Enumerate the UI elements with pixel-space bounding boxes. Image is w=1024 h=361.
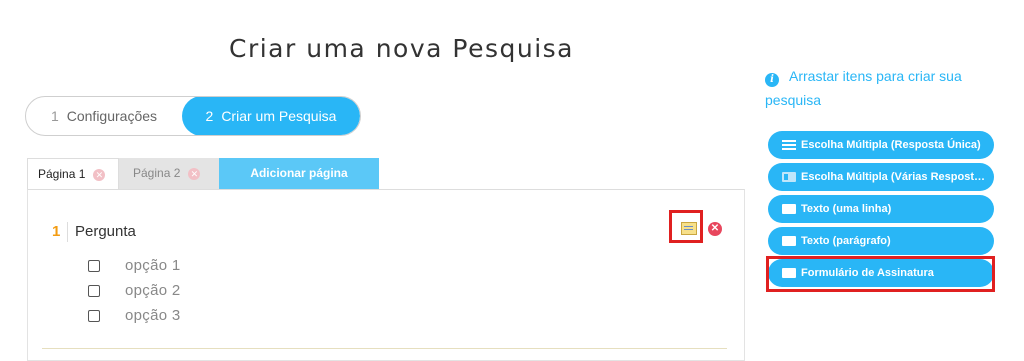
wizard-steps: 1 Configurações 2 Criar um Pesquisa [25,96,361,136]
option-label[interactable]: opção 1 [125,257,180,274]
step-label: Configurações [66,108,158,124]
item-multiple-choice-single[interactable]: Escolha Múltipla (Resposta Única) [768,131,994,159]
item-label: Escolha Múltipla (Resposta Única) [801,139,981,151]
step-criar-pesquisa[interactable]: 2 Criar um Pesquisa [182,97,360,135]
drag-hint: i Arrastar itens para criar sua pesquisa [765,64,1005,112]
divider [42,348,727,349]
divider [67,222,68,242]
question-number: 1 [52,223,61,240]
item-label: Texto (uma linha) [801,203,892,215]
close-icon[interactable]: ✕ [188,167,201,180]
step-number: 2 [205,108,214,124]
delete-question-icon[interactable]: ✕ [708,222,722,236]
list-icon [782,140,796,150]
option-label[interactable]: opção 3 [125,307,180,324]
step-number: 1 [50,108,59,124]
add-page-button[interactable]: Adicionar página [219,158,379,189]
text-line-icon [782,204,796,214]
item-label: Escolha Múltipla (Várias Respostas) [801,171,986,183]
step-configuracoes[interactable]: 1 Configurações [26,97,182,135]
checkbox-list-icon [782,172,796,182]
text-paragraph-icon [782,236,796,246]
info-icon: i [765,73,779,87]
checkbox[interactable] [88,260,100,272]
item-multiple-choice-multi[interactable]: Escolha Múltipla (Várias Respostas) [768,163,994,191]
question-panel [27,189,745,361]
hint-text: Arrastar itens para criar sua pesquisa [765,68,962,108]
tab-label: Página 1 [38,167,86,181]
item-text-line[interactable]: Texto (uma linha) [768,195,994,223]
checkbox[interactable] [88,285,100,297]
edit-form-icon [681,222,697,235]
tab-page-2[interactable]: Página 2 ✕ [119,158,219,189]
edit-question-button[interactable] [669,210,703,243]
close-icon[interactable]: ✕ [93,168,106,181]
item-text-paragraph[interactable]: Texto (parágrafo) [768,227,994,255]
page-title: Criar uma nova Pesquisa [229,34,574,63]
item-label: Texto (parágrafo) [801,235,891,247]
checkbox[interactable] [88,310,100,322]
tab-label: Página 2 [133,166,181,180]
option-label[interactable]: opção 2 [125,282,180,299]
question-label[interactable]: Pergunta [75,223,136,240]
step-label: Criar um Pesquisa [221,108,337,124]
highlight-box [766,256,995,292]
tab-page-1[interactable]: Página 1 ✕ [27,158,119,189]
